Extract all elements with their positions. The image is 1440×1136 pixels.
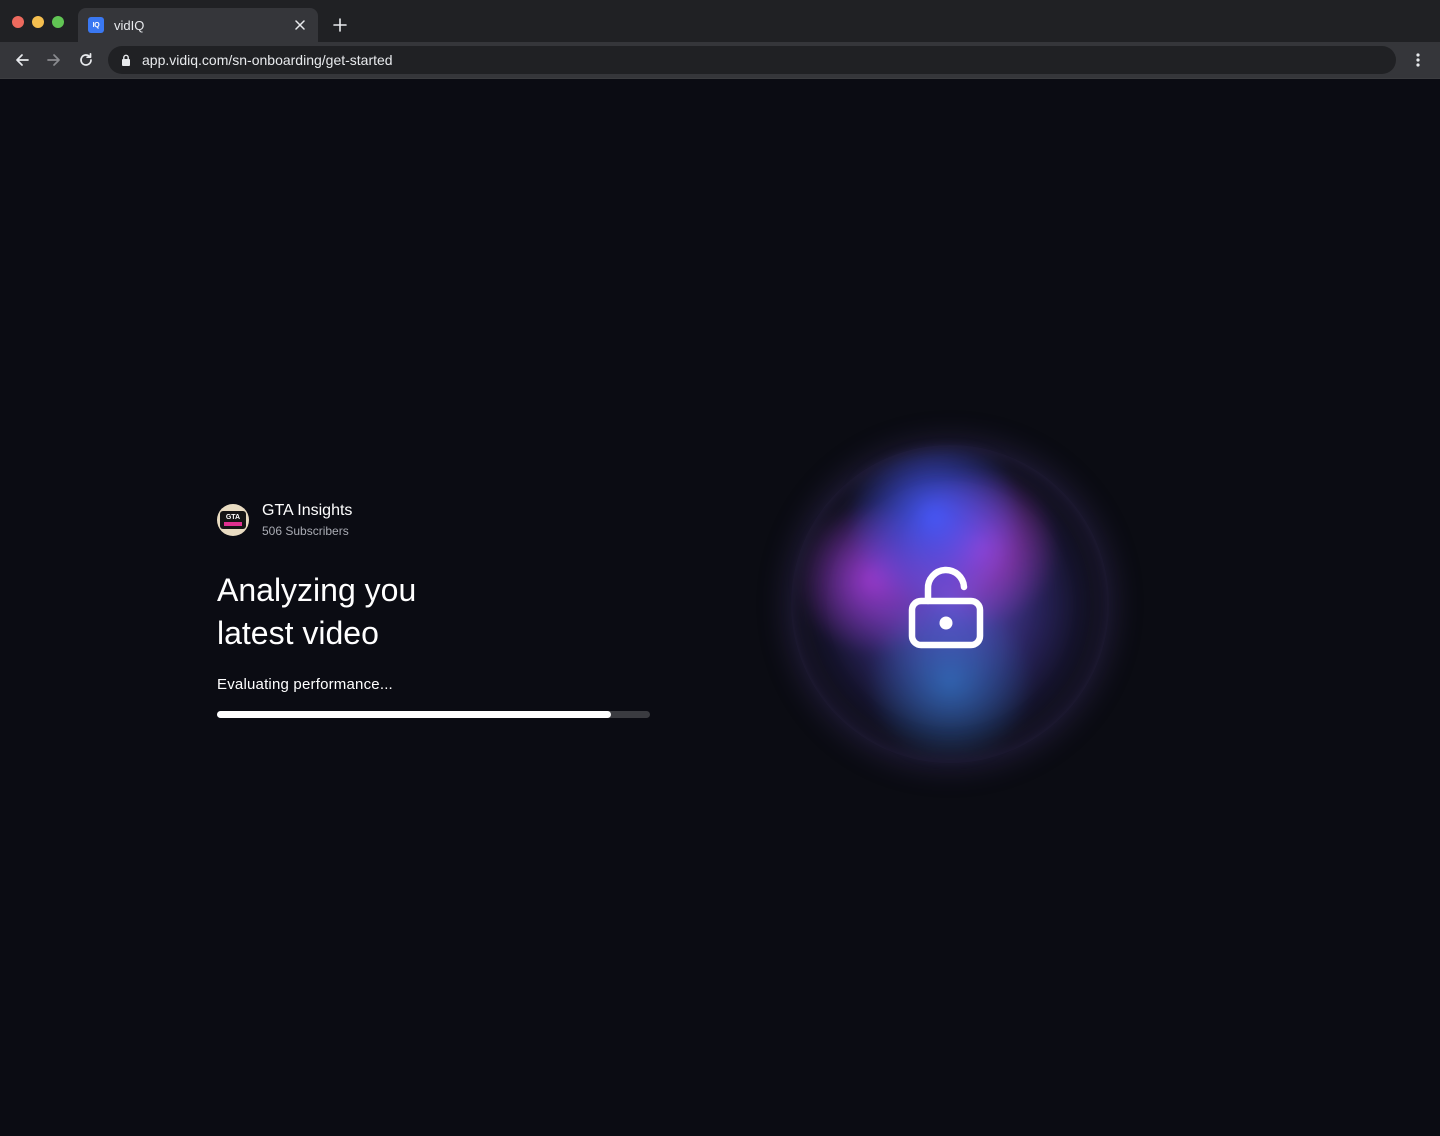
window-controls — [12, 16, 64, 28]
forward-arrow-icon[interactable] — [44, 50, 64, 70]
back-arrow-icon[interactable] — [12, 50, 32, 70]
browser-tab[interactable]: IQ vidIQ — [78, 8, 318, 42]
page-title: Analyzing you latest video — [217, 569, 637, 655]
tab-title: vidIQ — [114, 17, 145, 33]
new-tab-icon[interactable] — [330, 15, 350, 35]
browser-toolbar: app.vidiq.com/sn-onboarding/get-started — [0, 42, 1440, 78]
url-text: app.vidiq.com/sn-onboarding/get-started — [142, 52, 393, 68]
onboarding-page: GTA GTA Insights 506 Subscribers Analyzi… — [0, 79, 1440, 1136]
channel-avatar: GTA — [217, 503, 249, 536]
maximize-window-button[interactable] — [52, 16, 64, 28]
vidiq-favicon-icon: IQ — [88, 17, 104, 33]
progress-bar — [217, 711, 650, 718]
progress-bar-fill — [217, 711, 612, 718]
channel-card: GTA GTA Insights 506 Subscribers — [217, 501, 352, 538]
close-window-button[interactable] — [12, 16, 24, 28]
lock-icon — [120, 53, 132, 67]
page-title-line-1: Analyzing you — [217, 572, 417, 608]
address-bar[interactable]: app.vidiq.com/sn-onboarding/get-started — [108, 46, 1396, 74]
minimize-window-button[interactable] — [32, 16, 44, 28]
browser-menu-icon[interactable] — [1408, 50, 1428, 70]
unlock-icon — [908, 566, 984, 649]
browser-window-chrome: IQ vidIQ app.vidiq.com/sn-onboarding/get… — [0, 0, 1440, 79]
analysis-orb — [795, 449, 1105, 759]
tab-close-icon[interactable] — [292, 17, 308, 33]
status-text: Evaluating performance... — [217, 676, 393, 693]
page-title-line-2: latest video — [217, 615, 379, 651]
channel-subscriber-count: 506 Subscribers — [262, 524, 349, 538]
channel-name: GTA Insights — [262, 502, 353, 519]
reload-icon[interactable] — [76, 50, 96, 70]
